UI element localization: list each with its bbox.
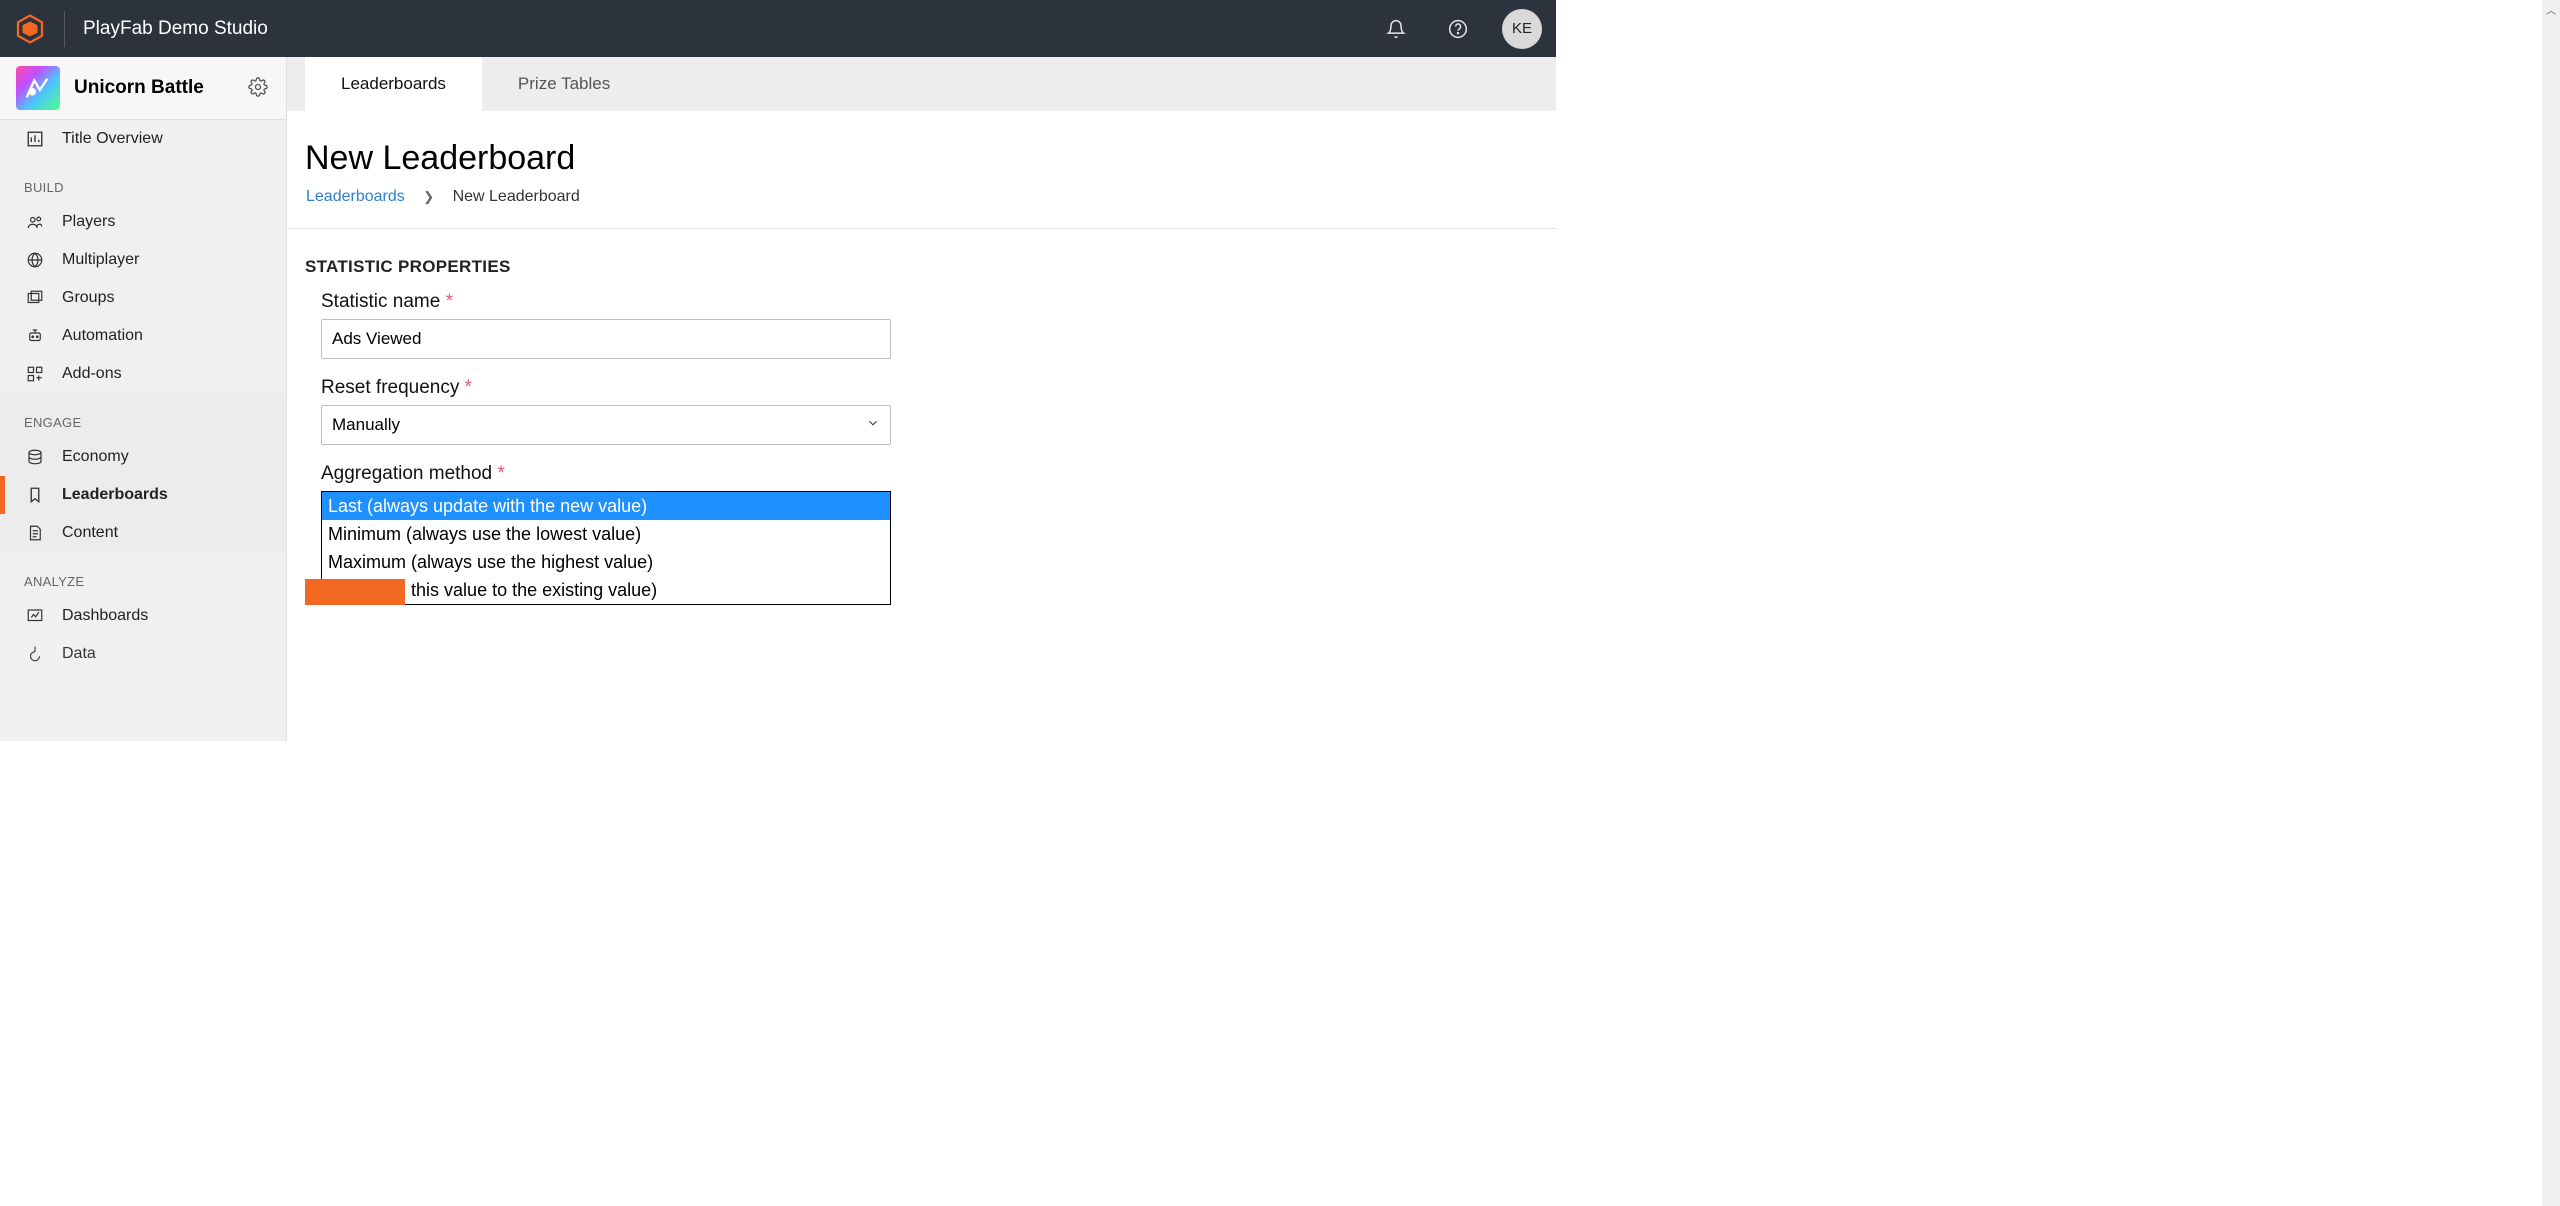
scroll-up-icon[interactable]: ︿ (2542, 2, 2560, 17)
tabs-row: Leaderboards Prize Tables (287, 57, 1556, 111)
nav-label: Economy (62, 448, 129, 466)
nav-automation[interactable]: Automation (0, 317, 286, 355)
nav-dashboards[interactable]: Dashboards (0, 597, 286, 635)
tab-prize-tables[interactable]: Prize Tables (482, 57, 646, 111)
bookmark-icon (24, 484, 46, 506)
game-title[interactable]: Unicorn Battle (74, 77, 248, 99)
user-avatar[interactable]: KE (1502, 9, 1542, 49)
nav-players[interactable]: Players (0, 203, 286, 241)
aggregation-label: Aggregation method * (321, 463, 1526, 485)
nav-economy[interactable]: Economy (0, 438, 286, 476)
help-icon[interactable] (1440, 11, 1476, 47)
groups-icon (24, 287, 46, 309)
sidebar: Unicorn Battle Title Overview BUILD Play… (0, 57, 287, 741)
nav-label: Groups (62, 289, 114, 307)
section-heading: STATISTIC PROPERTIES (305, 257, 1526, 277)
nav-label: Multiplayer (62, 251, 139, 269)
nav-label: Leaderboards (62, 486, 168, 504)
reset-frequency-value: Manually (332, 415, 400, 435)
aggregation-option-max[interactable]: Maximum (always use the highest value) (322, 548, 890, 576)
addons-icon (24, 363, 46, 385)
topbar-divider (64, 11, 65, 47)
nav-leaderboards[interactable]: Leaderboards (0, 476, 286, 514)
gear-icon[interactable] (248, 77, 270, 99)
document-icon (24, 522, 46, 544)
reset-frequency-label: Reset frequency * (321, 377, 1526, 399)
section-build: BUILD (0, 158, 286, 203)
tab-leaderboards[interactable]: Leaderboards (305, 57, 482, 111)
nav-content[interactable]: Content (0, 514, 286, 552)
nav-multiplayer[interactable]: Multiplayer (0, 241, 286, 279)
breadcrumb: Leaderboards ❯ New Leaderboard (305, 188, 1526, 206)
nav-label: Add-ons (62, 365, 122, 383)
chevron-right-icon: ❯ (423, 189, 434, 204)
nav-label: Title Overview (62, 130, 163, 148)
section-analyze: ANALYZE (0, 552, 286, 597)
nav-label: Dashboards (62, 607, 148, 625)
aggregation-option-min[interactable]: Minimum (always use the lowest value) (322, 520, 890, 548)
aggregation-option-last[interactable]: Last (always update with the new value) (322, 492, 890, 520)
data-icon (24, 643, 46, 665)
browser-scrollbar[interactable]: ︿ (2542, 0, 2560, 1206)
nav-groups[interactable]: Groups (0, 279, 286, 317)
bell-icon[interactable] (1378, 11, 1414, 47)
nav-addons[interactable]: Add-ons (0, 355, 286, 393)
globe-icon (24, 249, 46, 271)
players-icon (24, 211, 46, 233)
section-engage: ENGAGE (0, 393, 286, 438)
nav-label: Automation (62, 327, 143, 345)
studio-name[interactable]: PlayFab Demo Studio (83, 18, 1352, 40)
statistic-name-label: Statistic name * (321, 291, 1526, 313)
robot-icon (24, 325, 46, 347)
playfab-logo[interactable] (14, 13, 46, 45)
page-title: New Leaderboard (305, 139, 1526, 178)
divider (287, 228, 1556, 229)
nav-title-overview[interactable]: Title Overview (0, 120, 286, 158)
nav-label: Content (62, 524, 118, 542)
game-icon[interactable] (16, 66, 60, 110)
reset-frequency-select[interactable]: Manually (321, 405, 891, 445)
chevron-down-icon (866, 415, 880, 435)
nav-data[interactable]: Data (0, 635, 286, 673)
topbar: PlayFab Demo Studio KE (0, 0, 1556, 57)
breadcrumb-link[interactable]: Leaderboards (306, 188, 405, 205)
statistic-name-input[interactable] (321, 319, 891, 359)
breadcrumb-current: New Leaderboard (453, 188, 580, 205)
dashboards-icon (24, 605, 46, 627)
game-header: Unicorn Battle (0, 57, 286, 120)
aggregation-option-sum[interactable]: Sum (add this value to the existing valu… (322, 576, 890, 604)
economy-icon (24, 446, 46, 468)
main-content: Leaderboards Prize Tables New Leaderboar… (287, 57, 1556, 741)
orange-accent (305, 579, 405, 605)
nav-label: Players (62, 213, 115, 231)
aggregation-dropdown[interactable]: Last (always update with the new value) … (321, 491, 891, 605)
chart-icon (24, 128, 46, 150)
nav-label: Data (62, 645, 96, 663)
